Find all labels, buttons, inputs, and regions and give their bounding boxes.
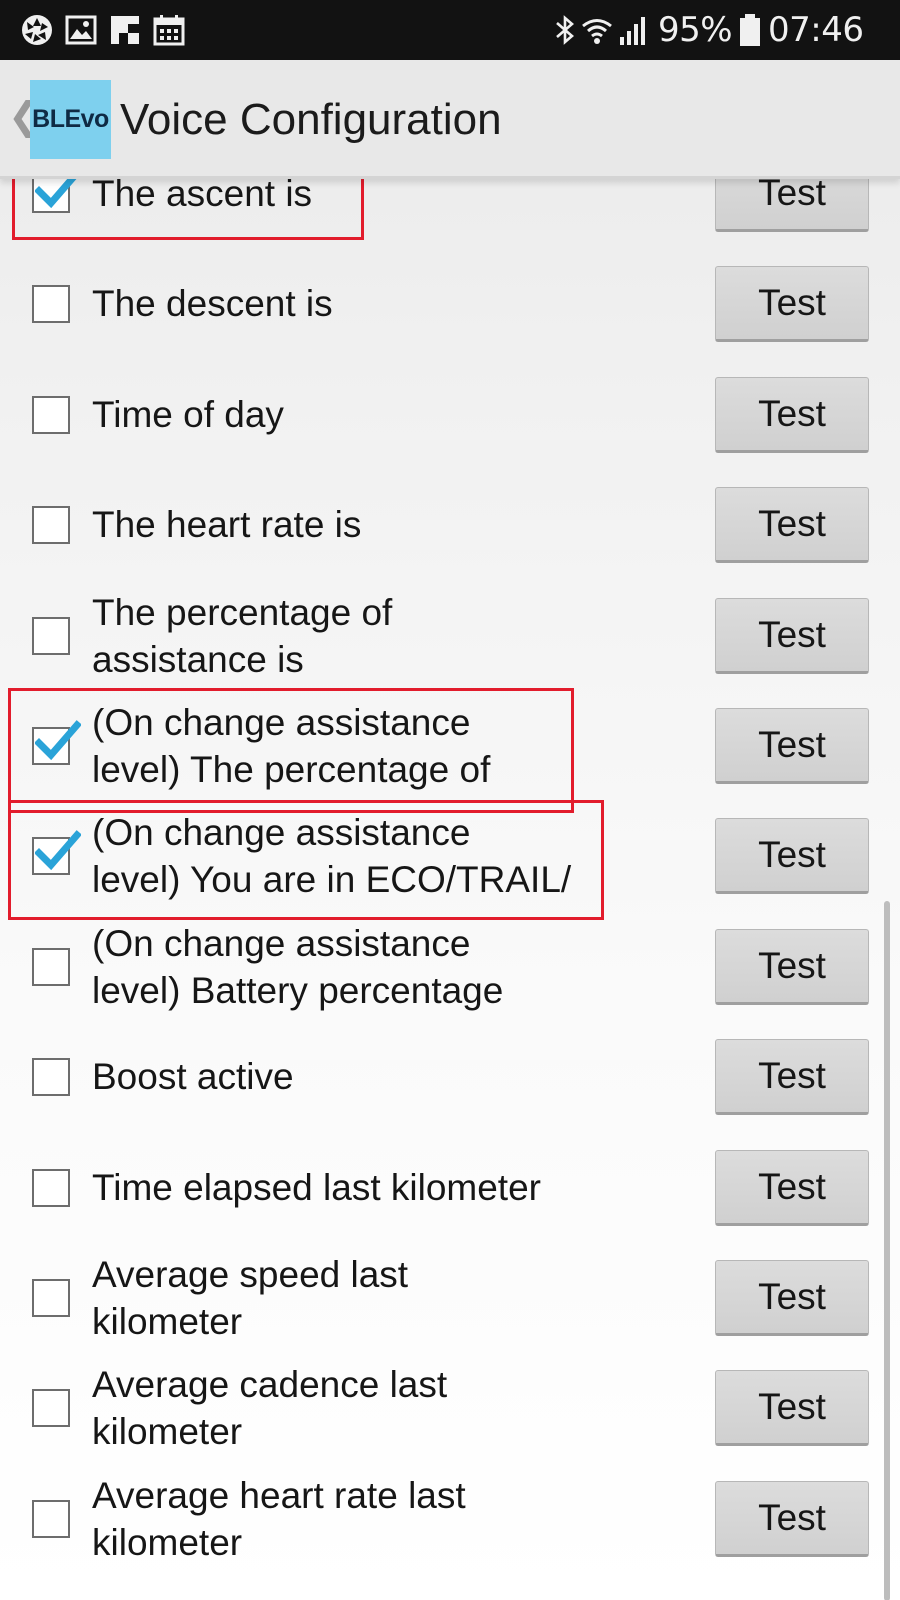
voice-option-checkbox[interactable] [32,1168,70,1207]
voice-option-row: Time of day Test [0,359,900,471]
voice-option-checkbox[interactable] [32,947,70,986]
signal-icon [620,17,645,45]
voice-option-checkbox[interactable] [32,1389,70,1428]
test-button[interactable]: Test [715,487,869,564]
voice-option-label: Time elapsed last kilometer [92,1166,541,1208]
voice-option-checkbox[interactable] [32,1499,70,1538]
highlight-box [8,800,604,920]
voice-option-row: The percentage of assistance is Test [0,580,900,692]
test-button[interactable]: Test [715,176,869,232]
voice-option-checkbox[interactable] [32,395,70,434]
voice-option-label: The descent is [92,283,333,325]
flipboard-icon [111,16,139,44]
clock: 07:46 [768,10,864,50]
gallery-icon [65,15,97,45]
battery-percent: 95% [658,10,733,50]
test-button[interactable]: Test [715,1260,869,1336]
test-button[interactable]: Test [715,597,869,674]
voice-option-checkbox[interactable] [32,1279,70,1317]
voice-option-checkbox[interactable] [32,506,70,545]
test-button[interactable]: Test [715,1149,869,1226]
voice-option-label: (On change assistance level) Battery per… [92,922,504,1011]
voice-option-label: The percentage of assistance is [92,591,393,680]
bluetooth-icon [556,15,574,45]
battery-icon [740,14,760,46]
voice-option-checkbox[interactable] [32,285,70,324]
voice-option-checkbox[interactable] [32,1058,70,1097]
action-bar: ❮ BLEvo Voice Configuration [0,60,900,179]
voice-option-label: Average speed last kilometer [92,1254,409,1342]
scrollbar-thumb[interactable] [884,901,890,1600]
app-logo[interactable]: BLEvo [30,80,111,159]
voice-option-row: (On change assistance level) Battery per… [0,911,900,1023]
test-button[interactable]: Test [715,376,869,453]
status-bar: 95% 07:46 [0,0,900,60]
voice-option-row: Time elapsed last kilometer Test [0,1132,900,1244]
voice-option-label: Boost active [92,1056,294,1098]
voice-option-row: The descent is Test [0,248,900,360]
test-button[interactable]: Test [715,818,869,895]
voice-option-label: Average cadence last kilometer [92,1364,448,1453]
highlight-box [12,176,364,240]
voice-option-row: Average heart rate last kilometer Test [0,1463,900,1575]
wifi-icon [582,19,612,44]
voice-option-row: The heart rate is Test [0,469,900,581]
test-button[interactable]: Test [715,1370,869,1447]
voice-option-row: Average speed last kilometer Test [0,1242,900,1354]
page-title: Voice Configuration [120,95,502,144]
aperture-icon [22,15,52,45]
highlight-box [8,688,574,813]
test-button[interactable]: Test [715,928,869,1005]
voice-option-row: Boost active Test [0,1021,900,1133]
voice-option-checkbox[interactable] [32,616,70,655]
voice-option-row: Average cadence last kilometer Test [0,1352,900,1464]
test-button[interactable]: Test [715,1039,869,1116]
test-button[interactable]: Test [715,708,869,784]
calendar-icon [153,15,185,46]
voice-option-label: The heart rate is [92,504,362,546]
voice-option-label: Time of day [92,393,284,435]
voice-option-label: Average heart rate last kilometer [92,1474,466,1563]
voice-options-list[interactable]: The ascent is Test The descent is Test Time … [0,176,900,1600]
test-button[interactable]: Test [715,1480,869,1557]
test-button[interactable]: Test [715,266,869,343]
